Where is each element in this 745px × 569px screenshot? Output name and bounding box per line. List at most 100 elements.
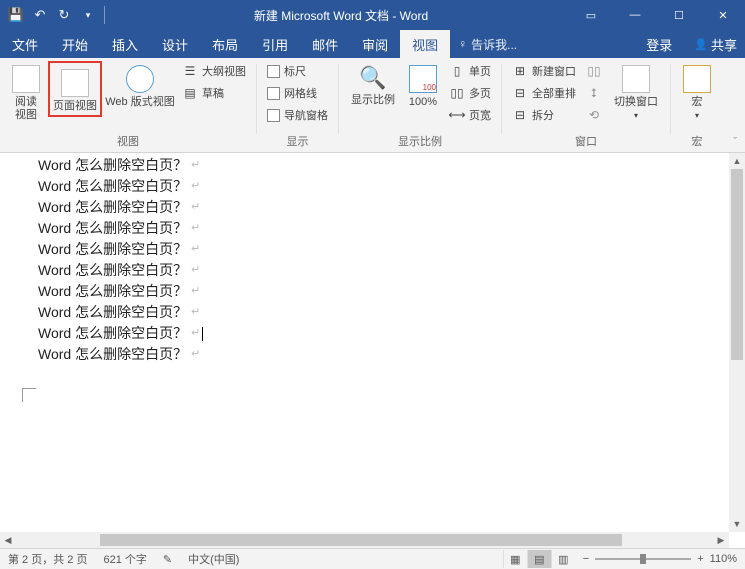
login-button[interactable]: 登录 (634, 35, 684, 54)
word-count[interactable]: 621 个字 (95, 551, 154, 567)
side-by-side-button[interactable]: ▯▯ (582, 61, 606, 81)
web-layout-icon (126, 65, 154, 93)
document-line[interactable]: Word 怎么删除空白页？↵ (38, 176, 729, 197)
close-button[interactable]: ✕ (701, 0, 745, 30)
window-title: 新建 Microsoft Word 文档 - Word (113, 7, 569, 24)
document-line[interactable]: Word 怎么删除空白页？↵ (38, 218, 729, 239)
outline-view-button[interactable]: ☰大纲视图 (178, 61, 250, 81)
reset-window-button[interactable]: ⟲ (582, 105, 606, 125)
zoom-button[interactable]: 🔍 显示比例 (345, 61, 401, 107)
arrange-all-button[interactable]: ⊟全部重排 (508, 83, 580, 103)
scroll-left-icon[interactable]: ◀ (0, 532, 16, 548)
group-zoom-label: 显示比例 (345, 131, 495, 152)
scroll-track[interactable] (16, 532, 713, 548)
scroll-right-icon[interactable]: ▶ (713, 532, 729, 548)
save-icon[interactable]: 💾 (6, 5, 26, 25)
qat-customize-icon[interactable]: ▾ (78, 5, 98, 25)
document-line[interactable]: Word 怎么删除空白页？↵ (38, 260, 729, 281)
tab-file[interactable]: 文件 (0, 30, 50, 58)
web-layout-button[interactable]: Web 版式视图 (104, 61, 176, 109)
zoom-100-button[interactable]: 100 100% (403, 61, 443, 109)
zoom-100-label: 100% (409, 96, 437, 109)
navigation-checkbox[interactable]: 导航窗格 (263, 105, 332, 125)
page-width-button[interactable]: ⟷页宽 (445, 105, 495, 125)
document-line[interactable]: Word 怎么删除空白页？↵ (38, 239, 729, 260)
vertical-scrollbar[interactable]: ▲ ▼ (729, 153, 745, 532)
print-layout-icon[interactable]: ▤ (527, 550, 551, 568)
scroll-track[interactable] (729, 169, 745, 516)
ruler-checkbox[interactable]: 标尺 (263, 61, 332, 81)
checkbox-icon (267, 65, 280, 78)
document-line[interactable]: Word 怎么删除空白页？↵ (38, 344, 729, 365)
document-line[interactable]: Word 怎么删除空白页？↵ (38, 197, 729, 218)
paragraph-mark: ↵ (191, 302, 200, 323)
sync-scroll-button[interactable]: ⭥ (582, 83, 606, 103)
highlight-box: 页面视图 (48, 61, 102, 117)
minimize-button[interactable]: — (613, 0, 657, 30)
multi-page-button[interactable]: ▯▯多页 (445, 83, 495, 103)
macros-button[interactable]: 宏▾ (677, 61, 717, 122)
paragraph-mark: ↵ (191, 323, 200, 344)
share-button[interactable]: 👤 共享 (686, 35, 745, 54)
zoom-handle[interactable] (640, 554, 646, 564)
zoom-out-button[interactable]: − (583, 553, 589, 565)
draft-view-button[interactable]: ▤草稿 (178, 83, 250, 103)
scroll-down-icon[interactable]: ▼ (729, 516, 745, 532)
tab-references[interactable]: 引用 (250, 30, 300, 58)
read-view-button[interactable]: 阅读 视图 (6, 61, 46, 122)
spellcheck-icon[interactable]: ✎ (155, 553, 180, 566)
read-view-label: 阅读 视图 (15, 96, 37, 122)
group-zoom: 🔍 显示比例 100 100% ▯单页 ▯▯多页 ⟷页宽 显示比例 (339, 58, 501, 152)
maximize-button[interactable]: ☐ (657, 0, 701, 30)
paragraph-mark: ↵ (191, 260, 200, 281)
read-mode-icon[interactable]: ▦ (503, 550, 527, 568)
document-line[interactable]: Word 怎么删除空白页？↵ (38, 302, 729, 323)
read-view-icon (12, 65, 40, 93)
scroll-up-icon[interactable]: ▲ (729, 153, 745, 169)
zoom-in-button[interactable]: + (697, 553, 703, 565)
switch-window-button[interactable]: 切换窗口▾ (608, 61, 664, 122)
tab-insert[interactable]: 插入 (100, 30, 150, 58)
gridlines-checkbox[interactable]: 网格线 (263, 83, 332, 103)
tell-me-search[interactable]: ♀ 告诉我... (450, 30, 525, 58)
zoom-level[interactable]: 110% (710, 553, 737, 565)
page-count[interactable]: 第 2 页，共 2 页 (0, 551, 95, 567)
tab-view[interactable]: 视图 (400, 30, 450, 58)
draft-icon: ▤ (182, 85, 198, 101)
document-line[interactable]: Word 怎么删除空白页？↵ (38, 281, 729, 302)
print-layout-button[interactable]: 页面视图 (52, 65, 98, 113)
tab-home[interactable]: 开始 (50, 30, 100, 58)
web-layout-icon[interactable]: ▥ (551, 550, 575, 568)
macros-label: 宏▾ (692, 96, 703, 122)
zoom-control: − + 110% (575, 553, 745, 565)
redo-icon[interactable]: ↻ (54, 5, 74, 25)
document-page[interactable]: Word 怎么删除空白页？↵Word 怎么删除空白页？↵Word 怎么删除空白页… (0, 153, 729, 365)
split-button[interactable]: ⊟拆分 (508, 105, 580, 125)
paragraph-mark: ↵ (191, 218, 200, 239)
sync-scroll-icon: ⭥ (586, 85, 602, 101)
collapse-ribbon-button[interactable]: ˇ (725, 132, 745, 152)
share-icon: 👤 (694, 38, 708, 51)
magnifier-icon: 🔍 (359, 65, 386, 91)
undo-icon[interactable]: ↶ (30, 5, 50, 25)
horizontal-scrollbar[interactable]: ◀ ▶ (0, 532, 729, 548)
document-line[interactable]: Word 怎么删除空白页？↵ (38, 323, 729, 344)
language-indicator[interactable]: 中文(中国) (180, 551, 247, 567)
tab-mail[interactable]: 邮件 (300, 30, 350, 58)
scroll-thumb[interactable] (731, 169, 743, 360)
share-label: 共享 (711, 35, 737, 54)
scroll-thumb[interactable] (100, 534, 623, 546)
ribbon-options-icon[interactable]: ▭ (569, 0, 613, 30)
one-page-button[interactable]: ▯单页 (445, 61, 495, 81)
tab-design[interactable]: 设计 (150, 30, 200, 58)
web-layout-label: Web 版式视图 (105, 96, 174, 109)
document-line[interactable]: Word 怎么删除空白页？↵ (38, 155, 729, 176)
document-area[interactable]: Word 怎么删除空白页？↵Word 怎么删除空白页？↵Word 怎么删除空白页… (0, 153, 729, 532)
tab-review[interactable]: 审阅 (350, 30, 400, 58)
group-show: 标尺 网格线 导航窗格 显示 (257, 58, 338, 152)
new-window-button[interactable]: ⊞新建窗口 (508, 61, 580, 81)
group-window: ⊞新建窗口 ⊟全部重排 ⊟拆分 ▯▯ ⭥ ⟲ 切换窗口▾ 窗口 (502, 58, 670, 152)
zoom-slider[interactable] (595, 558, 691, 560)
arrange-icon: ⊟ (512, 85, 528, 101)
tab-layout[interactable]: 布局 (200, 30, 250, 58)
